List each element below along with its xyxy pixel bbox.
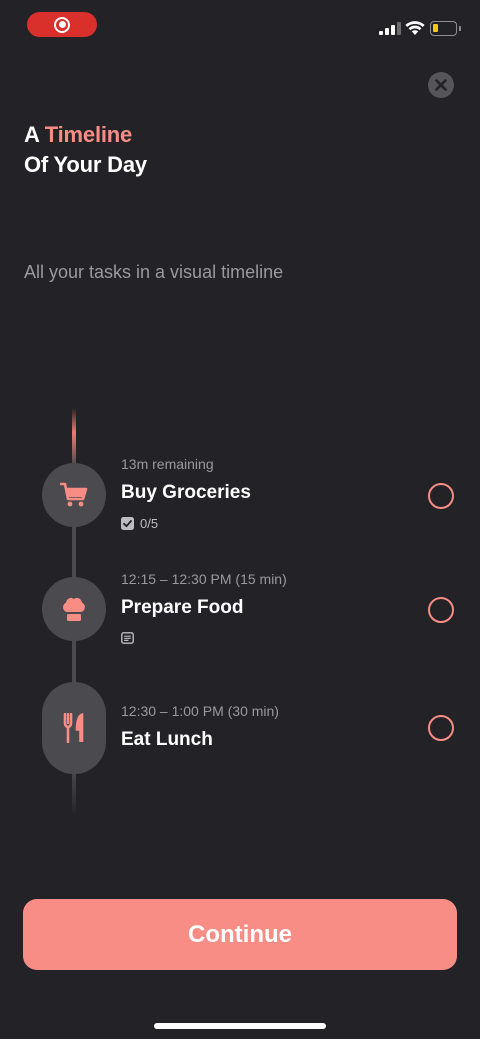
page-subtitle: All your tasks in a visual timeline bbox=[24, 262, 284, 282]
record-icon bbox=[54, 16, 70, 33]
shopping-cart-icon bbox=[60, 482, 88, 507]
task-title[interactable]: Buy Groceries bbox=[121, 482, 251, 504]
task-note bbox=[121, 632, 134, 644]
continue-button[interactable]: Continue bbox=[23, 899, 457, 970]
close-icon bbox=[435, 79, 447, 91]
title-accent: Timeline bbox=[44, 122, 133, 147]
task-complete-toggle[interactable] bbox=[428, 715, 454, 741]
task-subtasks: 0/5 bbox=[121, 516, 158, 531]
title-prefix: A bbox=[24, 122, 45, 147]
page-title: A Timeline Of Your Day bbox=[24, 120, 147, 180]
task-complete-toggle[interactable] bbox=[428, 483, 454, 509]
task-time-range: 12:30 – 1:00 PM (30 min) bbox=[121, 703, 279, 719]
cellular-signal-icon bbox=[379, 22, 401, 35]
task-icon-circle bbox=[42, 463, 106, 527]
task-icon-capsule bbox=[42, 682, 106, 774]
home-indicator[interactable] bbox=[154, 1023, 326, 1029]
screen-recording-indicator[interactable] bbox=[27, 12, 97, 37]
note-icon bbox=[121, 632, 134, 644]
close-button[interactable] bbox=[428, 72, 454, 98]
checkbox-icon bbox=[121, 517, 134, 530]
task-title[interactable]: Eat Lunch bbox=[121, 729, 213, 751]
task-complete-toggle[interactable] bbox=[428, 597, 454, 623]
task-time-remaining: 13m remaining bbox=[121, 456, 214, 472]
status-bar bbox=[0, 0, 480, 50]
chef-hat-icon bbox=[63, 597, 85, 621]
task-time-range: 12:15 – 12:30 PM (15 min) bbox=[121, 571, 287, 587]
title-line2: Of Your Day bbox=[24, 152, 147, 177]
battery-icon bbox=[430, 21, 461, 36]
task-title[interactable]: Prepare Food bbox=[121, 597, 243, 619]
task-icon-circle bbox=[42, 577, 106, 641]
fork-knife-icon bbox=[63, 713, 84, 743]
subtask-count: 0/5 bbox=[140, 516, 159, 531]
wifi-icon bbox=[405, 21, 425, 35]
